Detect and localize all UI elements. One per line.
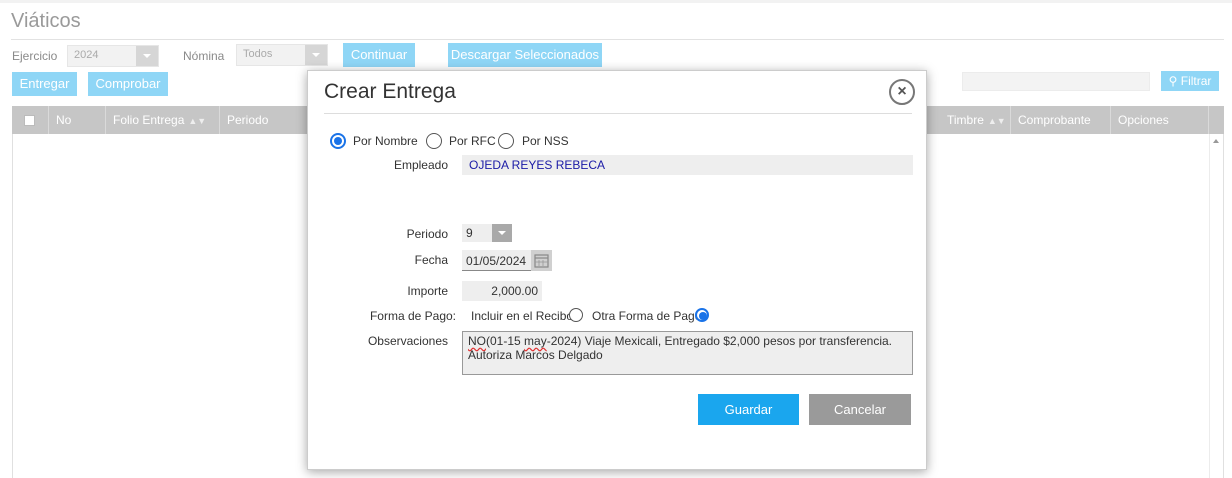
col-timbre-label: Timbre (947, 113, 984, 127)
fecha-input[interactable]: 01/05/2024 (462, 250, 552, 271)
scroll-up-icon[interactable] (1213, 139, 1219, 143)
calendar-icon[interactable] (531, 250, 552, 271)
radio-por-nss[interactable] (498, 133, 514, 149)
col-periodo[interactable]: Periodo (220, 106, 320, 134)
obs-text-part: -2024) Viaje Mexicali, Entregado $2,000 … (546, 334, 893, 348)
fecha-value: 01/05/2024 (466, 254, 527, 268)
empleado-field[interactable]: OJEDA REYES REBECA (462, 155, 913, 175)
col-no-label: No (56, 113, 72, 127)
radio-incluir-recibo[interactable] (569, 308, 583, 322)
col-no[interactable]: No (49, 106, 106, 134)
table-scrollbar[interactable] (1209, 134, 1224, 478)
dialog-title: Crear Entrega (324, 80, 456, 103)
col-timbre[interactable]: Timbre ▲▼ (940, 106, 1011, 134)
importe-value: 2,000.00 (491, 284, 538, 298)
col-opciones[interactable]: Opciones (1111, 106, 1209, 134)
close-icon[interactable]: × (889, 79, 915, 105)
guardar-button[interactable]: Guardar (698, 394, 799, 425)
filtrar-button[interactable]: ⚲ Filtrar (1161, 71, 1219, 91)
otra-forma-pago-label: Otra Forma de Pago (592, 309, 702, 323)
sort-icon: ▲▼ (188, 116, 207, 126)
col-periodo-label: Periodo (227, 113, 269, 127)
ejercicio-label: Ejercicio (12, 49, 58, 63)
importe-label: Importe (407, 284, 448, 298)
empleado-label: Empleado (393, 158, 448, 172)
col-folio-label: Folio Entrega (113, 113, 185, 127)
select-all-checkbox[interactable] (24, 115, 35, 126)
obs-text-part: may (524, 334, 547, 348)
ejercicio-select[interactable]: 2024 (67, 45, 159, 67)
search-icon: ⚲ (1168, 74, 1178, 88)
obs-text-line2: Autoriza Marcos Delgado (468, 348, 603, 362)
sort-icon: ▲▼ (987, 116, 1006, 126)
empleado-value: OJEDA REYES REBECA (469, 158, 606, 172)
search-input[interactable] (962, 72, 1150, 91)
col-comprobante-label: Comprobante (1018, 113, 1091, 127)
obs-text-part: NO (468, 334, 486, 348)
forma-pago-label: Forma de Pago: (369, 309, 456, 323)
filtrar-label: Filtrar (1180, 74, 1212, 88)
top-strip (0, 0, 1232, 3)
ejercicio-value: 2024 (74, 49, 99, 61)
observaciones-label: Observaciones (367, 334, 448, 348)
radio-por-nss-label: Por NSS (522, 134, 569, 148)
incluir-recibo-label: Incluir en el Recibo (471, 309, 574, 323)
page-title: Viáticos (11, 10, 81, 32)
chevron-down-icon (305, 45, 327, 65)
crear-entrega-dialog: Crear Entrega × Por Nombre Por RFC Por N… (307, 70, 927, 470)
col-opciones-label: Opciones (1118, 113, 1169, 127)
chevron-down-icon (136, 46, 158, 66)
periodo-select[interactable]: 9 (462, 224, 512, 242)
radio-por-rfc[interactable] (426, 133, 442, 149)
dialog-divider (324, 113, 912, 114)
observaciones-textarea[interactable]: NO(01-15 may-2024) Viaje Mexicali, Entre… (462, 331, 913, 375)
nomina-value: Todos (243, 48, 273, 60)
obs-text-part: (01-15 (486, 334, 525, 348)
periodo-label: Periodo (406, 227, 448, 241)
radio-por-rfc-label: Por RFC (449, 134, 496, 148)
chevron-down-icon (492, 224, 512, 242)
radio-otra-forma-pago[interactable] (695, 308, 709, 322)
nomina-select[interactable]: Todos (236, 44, 328, 66)
nomina-label: Nómina (183, 49, 225, 63)
comprobar-button[interactable]: Comprobar (88, 72, 168, 96)
importe-input[interactable]: 2,000.00 (462, 281, 542, 301)
col-folio-entrega[interactable]: Folio Entrega ▲▼ (106, 106, 220, 134)
radio-por-nombre-label: Por Nombre (353, 134, 418, 148)
descargar-seleccionados-button[interactable]: Descargar Seleccionados (448, 43, 602, 67)
select-all-cell (12, 106, 49, 134)
fecha-label: Fecha (414, 253, 448, 267)
periodo-value: 9 (466, 226, 473, 240)
col-comprobante[interactable]: Comprobante (1011, 106, 1111, 134)
continuar-button[interactable]: Continuar (343, 43, 415, 67)
entregar-button[interactable]: Entregar (12, 72, 77, 96)
cancelar-button[interactable]: Cancelar (809, 394, 911, 425)
title-divider (11, 39, 1224, 40)
radio-por-nombre[interactable] (330, 133, 346, 149)
